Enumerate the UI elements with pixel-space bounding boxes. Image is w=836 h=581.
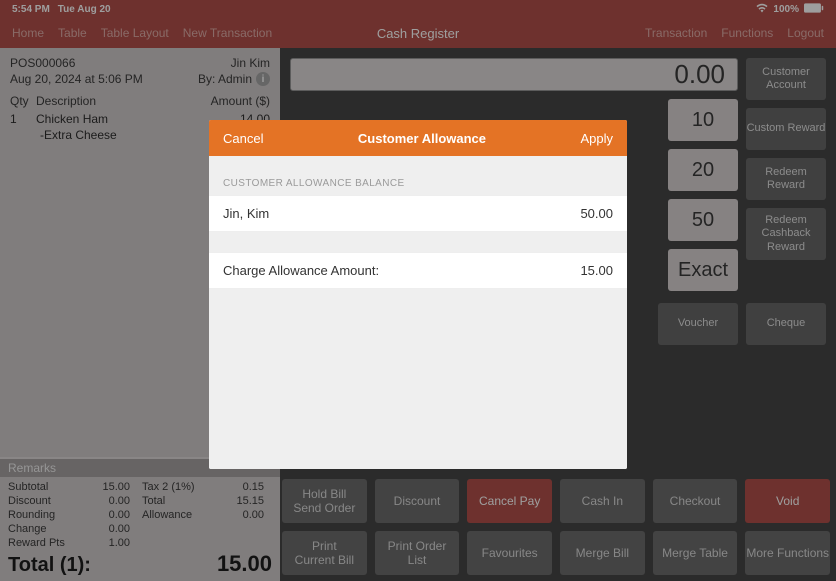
customer-allowance-modal: Cancel Customer Allowance Apply CUSTOMER…	[209, 120, 627, 469]
modal-apply-button[interactable]: Apply	[580, 131, 613, 146]
charge-value[interactable]: 15.00	[580, 263, 613, 278]
modal-section-label: CUSTOMER ALLOWANCE BALANCE	[209, 170, 627, 195]
charge-label: Charge Allowance Amount:	[223, 263, 379, 278]
modal-cancel-button[interactable]: Cancel	[223, 131, 263, 146]
allowance-balance: 50.00	[580, 206, 613, 221]
charge-amount-row[interactable]: Charge Allowance Amount: 15.00	[209, 252, 627, 289]
modal-title: Customer Allowance	[358, 131, 486, 146]
allowance-balance-row: Jin, Kim 50.00	[209, 195, 627, 232]
customer-name: Jin, Kim	[223, 206, 269, 221]
